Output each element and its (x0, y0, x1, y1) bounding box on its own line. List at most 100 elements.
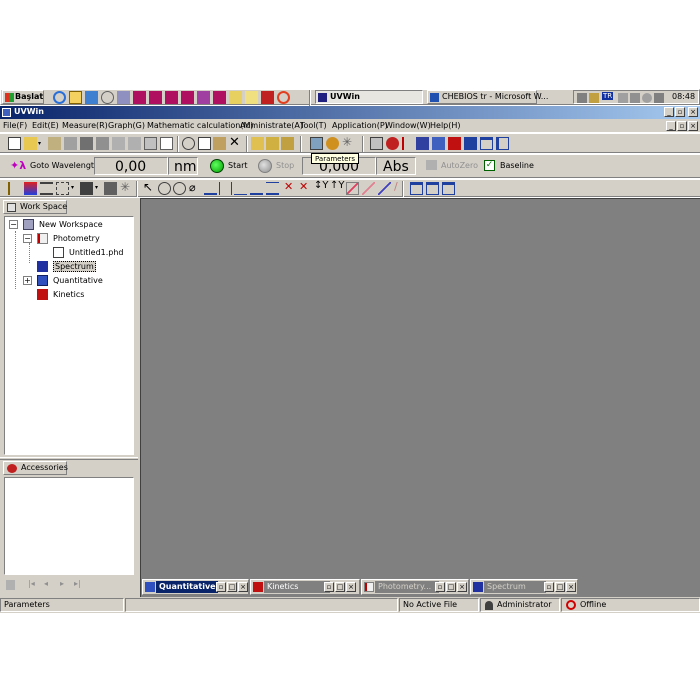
next-record-icon[interactable]: ▸ (60, 579, 64, 588)
mdi-client-area[interactable] (140, 198, 700, 598)
spectrum-mode-icon[interactable] (416, 137, 429, 150)
app-icon-2[interactable] (149, 91, 162, 104)
maximize-window-button[interactable]: □ (335, 582, 345, 592)
title-bar[interactable]: UVWin _ ▫ × (0, 106, 700, 119)
trash-icon[interactable] (6, 580, 15, 590)
outlook-icon[interactable] (69, 91, 82, 104)
background-color-icon[interactable] (104, 182, 117, 195)
tool-icon[interactable] (117, 91, 130, 104)
paste-icon[interactable] (213, 137, 226, 150)
tile-horizontal-icon[interactable] (480, 137, 493, 150)
slash-icon[interactable]: / (394, 180, 398, 193)
zoom-area-icon[interactable] (158, 182, 171, 195)
fill-color-icon[interactable] (80, 182, 93, 195)
horizontal-marker-icon[interactable] (234, 182, 247, 195)
crosshair-icon[interactable] (8, 182, 21, 195)
network-icon[interactable] (589, 93, 599, 103)
menu-help[interactable]: Help(H) (430, 121, 461, 130)
menu-graph[interactable]: Graph(G) (108, 121, 145, 130)
child-restore-button[interactable]: ▫ (677, 121, 687, 131)
close-window-button[interactable]: × (566, 582, 576, 592)
new-file-icon[interactable] (8, 137, 21, 150)
accessory-pane-icon[interactable] (386, 137, 399, 150)
first-record-icon[interactable]: |◂ (28, 579, 35, 588)
menu-tool[interactable]: Tool(T) (300, 121, 327, 130)
open-dropdown-icon[interactable]: ▾ (38, 140, 41, 147)
baseline-button[interactable]: ✓ Baseline (482, 159, 536, 173)
zoom-in-icon[interactable] (173, 182, 186, 195)
mdi-window-kinetics[interactable]: Kinetics ▫ □ × (250, 579, 360, 595)
restore-window-button[interactable]: ▫ (324, 582, 334, 592)
gear-icon[interactable] (326, 137, 339, 150)
app-icon-1[interactable] (133, 91, 146, 104)
y-auto-icon[interactable]: ↑Y (330, 180, 345, 191)
tray-icon-6[interactable] (654, 93, 664, 103)
menu-application[interactable]: Application(P) (332, 121, 388, 130)
prev-record-icon[interactable]: ◂ (44, 579, 48, 588)
view-2-icon[interactable] (426, 182, 439, 195)
collapse-icon[interactable]: − (9, 220, 18, 229)
sparkle-icon[interactable]: ✳ (120, 180, 130, 194)
pointer-icon[interactable]: ↖ (143, 180, 153, 194)
cascade-icon[interactable] (464, 137, 477, 150)
delete-marker-icon[interactable]: ✕ (284, 180, 293, 193)
start-measure-button[interactable]: Start (208, 158, 248, 174)
restore-window-button[interactable]: ▫ (544, 582, 554, 592)
app-icon-3[interactable] (165, 91, 178, 104)
close-window-button[interactable]: × (346, 582, 356, 592)
workspace-tab[interactable]: Work Space (3, 200, 67, 214)
cut-icon[interactable] (182, 137, 195, 150)
tray-icon-5[interactable] (642, 93, 652, 103)
view-3-icon[interactable] (442, 182, 455, 195)
menu-edit[interactable]: Edit(E) (32, 121, 59, 130)
pane-splitter[interactable] (0, 457, 138, 460)
app-icon-7[interactable] (261, 91, 274, 104)
color-lines-icon[interactable] (24, 182, 37, 195)
task-word[interactable]: CHEBIOS tr - Microsoft W... (427, 90, 548, 104)
workspace-icon-2[interactable] (266, 137, 279, 150)
line-graph-icon[interactable] (346, 182, 359, 195)
start-button[interactable]: Başlat (2, 90, 44, 104)
page-icon[interactable] (160, 137, 173, 150)
close-file-icon[interactable] (64, 137, 77, 150)
restore-button[interactable]: ▫ (675, 107, 685, 117)
workspace-icon-3[interactable] (281, 137, 294, 150)
print-setup-icon[interactable] (144, 137, 157, 150)
tile-vertical-icon[interactable] (496, 137, 509, 150)
print-icon[interactable] (112, 137, 125, 150)
app-icon-5[interactable] (197, 91, 210, 104)
peak-pick-icon[interactable] (204, 182, 217, 195)
photometry-icon[interactable] (402, 137, 415, 150)
app-icon-6[interactable] (213, 91, 226, 104)
app-icon-4[interactable] (181, 91, 194, 104)
goto-wavelength-button[interactable]: ✦λ Goto Wavelength (8, 159, 99, 173)
menu-administrate[interactable]: Administrate(A) (240, 121, 303, 130)
child-close-button[interactable]: × (688, 121, 698, 131)
minimize-button[interactable]: _ (664, 107, 674, 117)
eraser-icon[interactable]: ⌀ (189, 181, 196, 194)
vertical-marker-icon[interactable] (219, 182, 232, 195)
quantitative-mode-icon[interactable] (432, 137, 445, 150)
workspace-pane-icon[interactable] (370, 137, 383, 150)
open-folder-icon[interactable] (24, 137, 37, 150)
maximize-window-button[interactable]: □ (555, 582, 565, 592)
baseline-marker-icon[interactable] (250, 182, 263, 195)
parameters-icon[interactable] (310, 137, 323, 150)
grid-dropdown-icon[interactable]: ▾ (71, 184, 74, 191)
workspace-icon-1[interactable] (251, 137, 264, 150)
mdi-window-spectrum[interactable]: Spectrum ▫ □ × (470, 579, 578, 595)
app-icon-8[interactable] (277, 91, 290, 104)
speaker-icon[interactable] (577, 93, 587, 103)
line-graph-2-icon[interactable] (362, 182, 375, 195)
child-minimize-button[interactable]: _ (666, 121, 676, 131)
save-icon[interactable] (80, 137, 93, 150)
close-button[interactable]: × (688, 107, 698, 117)
restore-window-button[interactable]: ▫ (216, 582, 226, 592)
autozero-button[interactable]: AutoZero (424, 159, 478, 173)
accessories-tab[interactable]: Accessories (3, 461, 68, 475)
language-indicator[interactable]: TR (602, 92, 614, 100)
y-scale-icon[interactable]: ↕Y (314, 180, 329, 191)
print-preview-icon[interactable] (128, 137, 141, 150)
collapse-icon[interactable]: − (23, 234, 32, 243)
close-window-button[interactable]: × (238, 582, 248, 592)
